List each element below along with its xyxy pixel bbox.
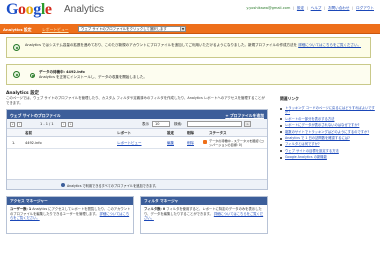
nav-logout-link[interactable]: ログアウト (356, 6, 374, 10)
user-email: y.yoshikawa@gmail.com (246, 6, 291, 10)
row-status[interactable]: データの待機中 - ステータスを確認 (コンバージョンの目標: 0) (209, 139, 265, 147)
search-button[interactable]: > (244, 120, 251, 127)
rows-per-page-select[interactable]: 10 (152, 120, 170, 127)
capacity-notice-text: Analytics ではシステム容量の拡張を進めており、このたび新規のアカウント… (25, 43, 298, 47)
table-row: 1. 4492.info レポートビュー 編集 削除 データの待機中 - ステー… (7, 137, 267, 149)
chevron-down-icon: ▼ (180, 26, 185, 32)
profiles-footer-text: Analytics で利用できるすべてのプロファイルを追加できます。 (67, 184, 159, 189)
page-description: このページでは、ウェブ サイトのプロファイルを管理したり、カスタム フィルタや定… (6, 96, 265, 105)
header: Google Analytics y.yoshikawa@gmail.com |… (0, 0, 380, 22)
filter-count: フィルタ数: 0 (144, 207, 166, 211)
add-profile-link[interactable]: プロファイルを追加 (225, 113, 264, 119)
column-headers: 名前 レポート 設定 削除 ステータス (7, 129, 267, 137)
access-manager-panel: アクセス マネージャー ユーザー数: 1 Analytics にアクセスしてレポ… (6, 196, 134, 234)
profiles-header: ウェブ サイトのプロファイル プロファイルを追加 (7, 110, 267, 119)
first-page-icon[interactable]: « (10, 121, 15, 127)
delete-link[interactable]: 削除 (187, 141, 194, 146)
col-status: ステータス (209, 131, 227, 135)
profile-select[interactable]: ウェブ サイトのプロファイルをクリックして選択します ▼ (78, 25, 186, 32)
col-report: レポート (117, 131, 131, 135)
profiles-title: ウェブ サイトのプロファイル (10, 112, 61, 118)
search-input[interactable] (187, 120, 242, 127)
last-page-icon[interactable]: » (68, 121, 73, 127)
waiting-data-notice: データの待機中: 4492.info Analytics を正常にインストールし… (6, 64, 371, 85)
tab-report-view[interactable]: レポートビュー (42, 27, 69, 33)
help-link[interactable]: ウェブ サイトの目標を設定する方法 (280, 149, 375, 153)
row-number: 1. (12, 141, 16, 145)
col-name: 名前 (25, 131, 32, 135)
help-link[interactable]: フィルタとは何ですか? (280, 142, 375, 146)
help-link[interactable]: トラッキング コードのページに戻るにはどうすればよいですか? (280, 106, 375, 115)
prev-page-icon[interactable]: ‹ (17, 121, 22, 127)
capacity-notice-link[interactable]: 詳細についてはこちらをご覧ください。 (298, 43, 361, 47)
profile-name: 4492.info (25, 141, 42, 145)
filter-manager-panel: フィルタ マネージャ フィルタ数: 0 フィルタを使用すると、レポートに特定のデ… (140, 196, 268, 234)
top-nav: y.yoshikawa@gmail.com | 設定 | ヘルプ | お問い合わ… (246, 6, 374, 10)
status-dot-icon (30, 73, 35, 78)
search-label: 検索: (174, 122, 183, 126)
edit-link[interactable]: 編集 (167, 141, 174, 146)
profile-select-value: ウェブ サイトのプロファイルをクリックして選択します (81, 26, 167, 31)
google-logo[interactable]: Google (6, 2, 52, 18)
show-label: 表示 (142, 122, 149, 126)
help-link[interactable]: 複数のサイトでトラッキングはどのようにするのですか? (280, 130, 375, 134)
page-range: 1 - 1 / 1 (40, 122, 54, 126)
pager: « ‹ 1 - 1 / 1 › » 表示 10 検索: > (7, 119, 267, 129)
col-delete: 削除 (187, 131, 194, 135)
profiles-table: ウェブ サイトのプロファイル プロファイルを追加 « ‹ 1 - 1 / 1 ›… (6, 109, 268, 190)
report-view-link[interactable]: レポートビュー (117, 141, 142, 146)
help-link[interactable]: Analytics で 1 日の訪問数を確認するには? (280, 136, 375, 140)
info-icon (13, 44, 20, 51)
filter-manager-title[interactable]: フィルタ マネージャ (144, 199, 178, 204)
profiles-footer: Analytics で利用できるすべてのプロファイルを追加できます。 (7, 179, 267, 189)
tab-analytics-settings[interactable]: Analytics 設定 (3, 27, 32, 33)
col-settings: 設定 (167, 131, 174, 135)
check-icon (13, 71, 20, 78)
nav-contact-link[interactable]: お問い合わせ (328, 6, 350, 10)
next-page-icon[interactable]: › (61, 121, 66, 127)
help-link[interactable]: レポートにデータが表示されないのはなぜですか? (280, 123, 375, 127)
warning-icon (203, 140, 207, 144)
user-count: ユーザー数: 1 (10, 207, 32, 211)
help-link[interactable]: レポートの一部分を表示する方法 (280, 117, 375, 121)
related-links-title: 関連リンク (280, 96, 299, 101)
access-manager-title[interactable]: アクセス マネージャー (10, 199, 48, 204)
nav-settings-link[interactable]: 設定 (297, 6, 304, 10)
product-name: Analytics (64, 4, 105, 15)
capacity-notice: Analytics ではシステム容量の拡張を進めており、このたび新規のアカウント… (6, 37, 371, 58)
info-icon (61, 183, 65, 187)
waiting-data-text: Analytics を正常にインストールし、データの収集を開始しました。 (39, 75, 147, 79)
nav-help-link[interactable]: ヘルプ (311, 6, 322, 10)
nav-bar: Analytics 設定 レポートビュー ウェブ サイトのプロファイルをクリック… (0, 24, 380, 34)
related-links: 関連リンク トラッキング コードのページに戻るにはどうすればよいですか? レポー… (280, 96, 375, 162)
help-link[interactable]: Google Analytics の新機能 (280, 155, 375, 159)
